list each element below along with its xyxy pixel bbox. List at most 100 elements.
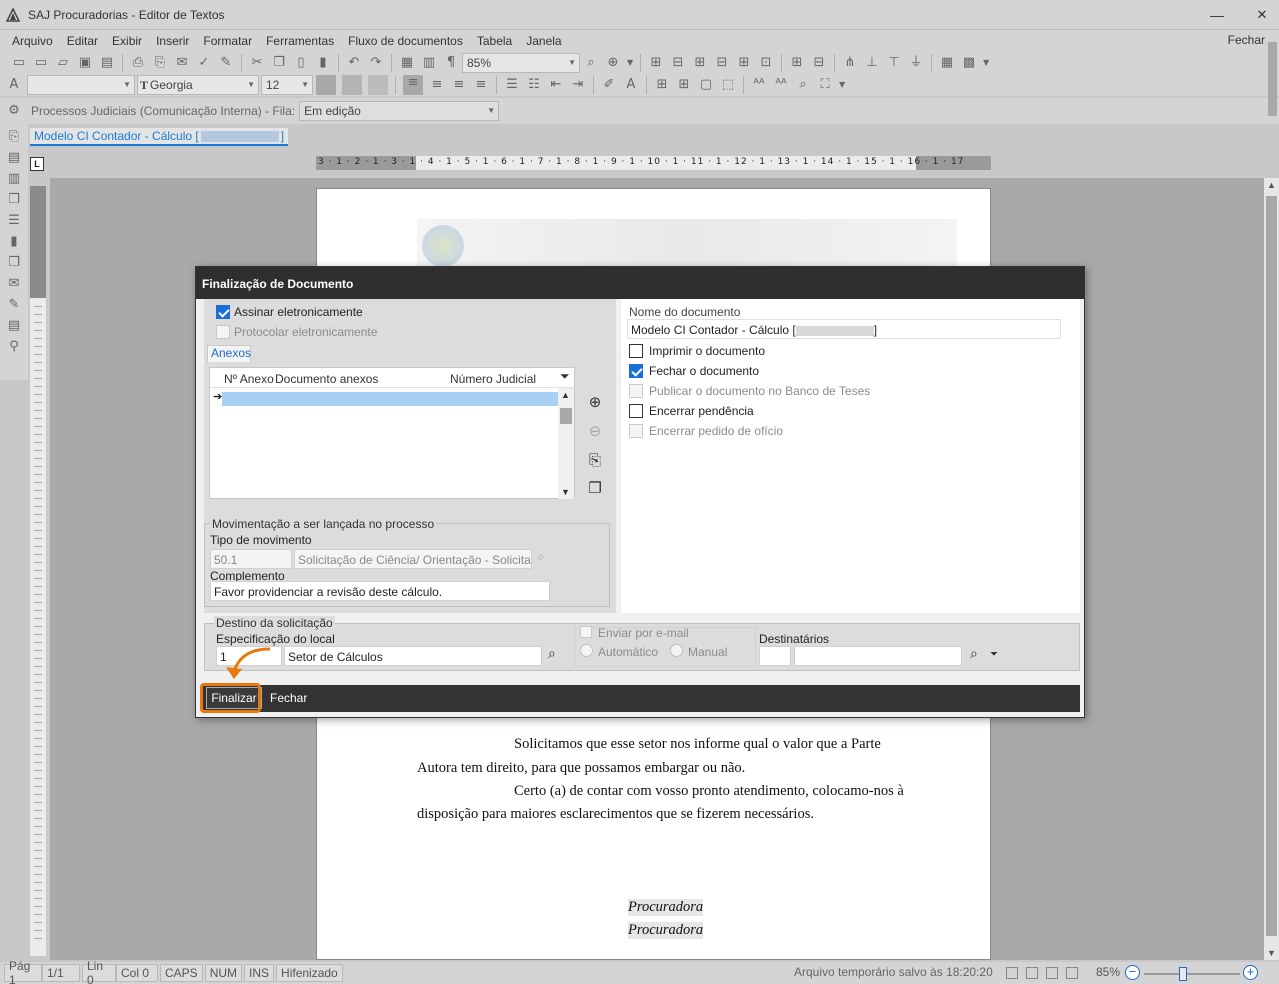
format-painter-icon[interactable]: ✎ bbox=[218, 55, 234, 71]
movement-description-input[interactable]: Solicitação de Ciência/ Orientação - Sol… bbox=[294, 549, 532, 569]
font-grow-icon[interactable]: ᴬᴬ bbox=[751, 77, 767, 93]
template-icon[interactable]: ⎘ bbox=[6, 129, 22, 145]
send-email-checkbox[interactable] bbox=[580, 626, 592, 638]
zoom-in-icon[interactable]: ⊕ bbox=[605, 55, 621, 71]
numbered-list-icon[interactable]: ☷ bbox=[526, 77, 542, 93]
manual-radio[interactable] bbox=[670, 644, 683, 657]
sign-electronically-checkbox[interactable] bbox=[216, 305, 230, 319]
protocol-electronically-checkbox[interactable] bbox=[216, 325, 230, 339]
form-icon[interactable]: ▤ bbox=[6, 318, 22, 334]
copy-icon[interactable]: ❐ bbox=[271, 55, 287, 71]
bold-icon[interactable] bbox=[316, 75, 336, 95]
menu-exibir[interactable]: Exibir bbox=[106, 34, 150, 48]
recipient-code-input[interactable] bbox=[759, 646, 791, 666]
tab-anexos[interactable]: Anexos bbox=[207, 345, 251, 362]
location-name-input[interactable]: Setor de Cálculos bbox=[284, 646, 542, 666]
zoom-out-icon[interactable]: ⌕ bbox=[583, 55, 599, 71]
open-folder-icon[interactable]: ▱ bbox=[55, 55, 71, 71]
menu-tabela[interactable]: Tabela bbox=[471, 34, 520, 48]
document-scrollbar[interactable]: ▲ ▼ bbox=[1264, 178, 1279, 960]
insert-row-icon[interactable]: ⊟ bbox=[670, 55, 686, 71]
search-recipient-icon[interactable]: ⌕ bbox=[970, 646, 978, 662]
insert-column-icon[interactable]: ⊞ bbox=[692, 55, 708, 71]
document-tab[interactable]: Modelo CI Contador - Cálculo [ ] bbox=[30, 128, 289, 146]
close-dialog-button[interactable]: Fechar bbox=[270, 691, 307, 705]
font-family-select[interactable]: T Georgia ▼ bbox=[137, 75, 259, 95]
split-cells-icon[interactable]: ⊟ bbox=[811, 55, 827, 71]
dropdown-arrow-icon[interactable]: ▼ bbox=[627, 55, 633, 71]
save-icon[interactable]: ▣ bbox=[77, 55, 93, 71]
close-document-checkbox[interactable] bbox=[629, 364, 643, 378]
table-props-icon[interactable]: ⊡ bbox=[758, 55, 774, 71]
undo-icon[interactable]: ↶ bbox=[346, 55, 362, 71]
publish-thesis-checkbox[interactable] bbox=[629, 384, 643, 398]
tab-stop-selector[interactable]: L bbox=[30, 157, 44, 171]
view-outline-icon[interactable] bbox=[1046, 967, 1058, 979]
merge-fields-icon[interactable]: ❐ bbox=[6, 192, 22, 208]
attach-document-button[interactable]: ❐ bbox=[586, 479, 604, 497]
insert-table-icon[interactable]: ⊞ bbox=[648, 55, 664, 71]
align-right-icon[interactable]: ≡ bbox=[451, 77, 467, 93]
zoom-out-button[interactable]: − bbox=[1125, 965, 1140, 980]
delete-column-icon[interactable]: ⊞ bbox=[736, 55, 752, 71]
view-web-icon[interactable] bbox=[1026, 967, 1038, 979]
menu-janela[interactable]: Janela bbox=[520, 34, 569, 48]
sections-icon[interactable]: ▥ bbox=[6, 171, 22, 187]
copy-doc-icon[interactable]: ❐ bbox=[6, 255, 22, 271]
font-size-select[interactable]: 12 ▼ bbox=[261, 75, 313, 95]
paste-special-icon[interactable]: ▮ bbox=[315, 55, 331, 71]
flow-icon[interactable]: ⊤ bbox=[886, 55, 902, 71]
scrollbar-thumb[interactable] bbox=[560, 408, 572, 424]
bullet-list-icon[interactable]: ☰ bbox=[504, 77, 520, 93]
zoom-slider-knob[interactable] bbox=[1179, 967, 1187, 981]
decrease-indent-icon[interactable]: ⇤ bbox=[548, 77, 564, 93]
remove-attachment-button[interactable]: ⊖ bbox=[586, 422, 604, 440]
increase-indent-icon[interactable]: ⇥ bbox=[570, 77, 586, 93]
tree-icon[interactable]: ⋔ bbox=[842, 55, 858, 71]
document-icon[interactable]: ▮ bbox=[6, 234, 22, 250]
style-select[interactable]: ▼ bbox=[27, 75, 135, 95]
email-icon[interactable]: ✉ bbox=[174, 55, 190, 71]
align-left-icon[interactable]: ≡ bbox=[403, 75, 423, 95]
filter-icon[interactable]: ⏚ bbox=[908, 55, 924, 71]
add-attachment-button[interactable]: ⊕ bbox=[586, 393, 604, 411]
menu-ferramentas[interactable]: Ferramentas bbox=[260, 34, 342, 48]
zoom-select[interactable]: 85% ▼ bbox=[462, 53, 580, 73]
scrollbar-thumb[interactable] bbox=[1266, 196, 1277, 936]
zoom-in-button[interactable]: + bbox=[1243, 965, 1258, 980]
list-icon[interactable]: ☰ bbox=[6, 213, 22, 229]
structure-icon[interactable]: ⊥ bbox=[864, 55, 880, 71]
menu-fluxo-documentos[interactable]: Fluxo de documentos bbox=[342, 34, 471, 48]
movement-code-input[interactable]: 50.1 bbox=[210, 549, 292, 569]
outer-borders-icon[interactable]: ▢ bbox=[698, 77, 714, 93]
pin-icon[interactable]: ⚲ bbox=[6, 339, 22, 355]
print-preview-icon[interactable]: ⎘ bbox=[152, 55, 168, 71]
filter-icon[interactable]: ⏷ bbox=[560, 369, 570, 384]
workflow-icon[interactable]: ⚙ bbox=[6, 103, 22, 119]
redo-icon[interactable]: ↷ bbox=[368, 55, 384, 71]
no-borders-icon[interactable]: ⬚ bbox=[720, 77, 736, 93]
col-numero-judicial[interactable]: Número Judicial bbox=[450, 372, 536, 386]
close-letter-request-checkbox[interactable] bbox=[629, 424, 643, 438]
spellcheck-icon[interactable]: ✓ bbox=[196, 55, 212, 71]
comment-icon[interactable]: ✉ bbox=[6, 276, 22, 292]
toolbar-scrollbar[interactable] bbox=[1266, 34, 1278, 124]
borders-icon[interactable]: ⊞ bbox=[654, 77, 670, 93]
table-icon[interactable]: ▦ bbox=[399, 55, 415, 71]
recipient-name-input[interactable] bbox=[794, 646, 962, 666]
zoom-slider-track[interactable] bbox=[1144, 973, 1240, 975]
align-center-icon[interactable]: ≡ bbox=[429, 77, 445, 93]
open-icon[interactable]: ▭ bbox=[33, 55, 49, 71]
paste-icon[interactable]: ▯ bbox=[293, 55, 309, 71]
highlight-icon[interactable]: ✐ bbox=[601, 77, 617, 93]
cut-icon[interactable]: ✂ bbox=[249, 55, 265, 71]
dropdown-arrow-icon[interactable]: ▼ bbox=[983, 55, 989, 71]
italic-icon[interactable] bbox=[342, 75, 362, 95]
search-location-icon[interactable]: ⌕ bbox=[548, 646, 556, 662]
new-document-icon[interactable]: ▭ bbox=[11, 55, 27, 71]
find-replace-icon[interactable]: ⌕ bbox=[795, 77, 811, 93]
queue-select[interactable]: Em edição ▼ bbox=[299, 101, 500, 121]
menu-formatar[interactable]: Formatar bbox=[197, 34, 260, 48]
scroll-down-icon[interactable]: ▼ bbox=[1264, 948, 1279, 958]
close-pending-checkbox[interactable] bbox=[629, 404, 643, 418]
